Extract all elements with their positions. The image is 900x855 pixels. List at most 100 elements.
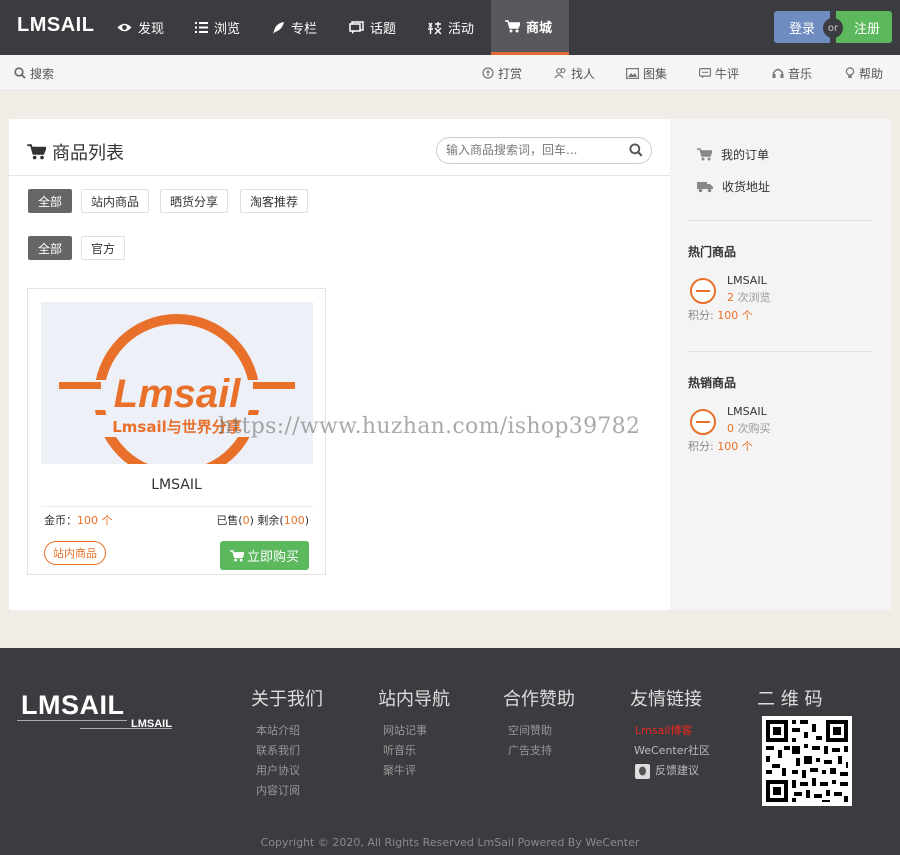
product-stock: 已售(0) 剩余(100) — [216, 512, 309, 528]
purchases-count: 0 — [727, 422, 734, 435]
site-logo[interactable]: LMSAIL — [17, 14, 94, 37]
feather-icon — [273, 21, 284, 34]
product-image[interactable]: Lmsail Lmsail与世界分享 — [41, 302, 313, 464]
register-button[interactable]: 注册 — [836, 11, 892, 43]
product-search-input[interactable] — [446, 143, 616, 157]
footer-link[interactable]: 听音乐 — [383, 741, 450, 761]
nav-browse[interactable]: 浏览 — [195, 0, 240, 55]
footer-col-title: 关于我们 — [251, 689, 323, 710]
footer-col-nav: 站内导航 网站记事 听音乐 聚牛评 — [378, 685, 450, 781]
cart-icon — [27, 144, 46, 160]
best-seller-item[interactable]: LMSAIL 0 次购买 积分: 100 个 — [688, 405, 878, 460]
footer-col-sponsor: 合作赞助 空间赞助 广告支持 — [503, 685, 575, 761]
sub-music[interactable]: 音乐 — [772, 55, 812, 91]
filter-type-taoke[interactable]: 淘客推荐 — [240, 189, 309, 213]
hot-product-name[interactable]: LMSAIL — [727, 274, 767, 287]
footer-link[interactable]: 联系我们 — [256, 741, 323, 761]
best-seller-name[interactable]: LMSAIL — [727, 405, 767, 418]
headphones-icon — [772, 68, 784, 78]
sidebar-address[interactable]: 收货地址 — [697, 178, 770, 195]
feedback-link[interactable]: 反馈建议 — [635, 761, 710, 781]
nav-discover[interactable]: 发现 — [117, 0, 164, 55]
views-suffix: 次浏览 — [734, 291, 771, 304]
close-paren: ) — [304, 514, 309, 527]
product-price: 金币：100 个 — [44, 512, 113, 528]
image-icon — [626, 67, 639, 79]
sidebar: 我的订单 收货地址 热门商品 LMSAIL 2 次浏览 积分: 100 个 热销… — [670, 119, 891, 610]
footer-link[interactable]: 内容订阅 — [256, 781, 323, 801]
nav-mall[interactable]: 商城 — [491, 0, 569, 55]
points-label: 积分: — [688, 440, 718, 453]
footer-link[interactable]: 聚牛评 — [383, 761, 450, 781]
users-icon — [554, 67, 566, 79]
footer-link[interactable]: 广告支持 — [508, 741, 575, 761]
footer-col-title: 二 维 码 — [757, 689, 823, 710]
watermark-text: https://www.huzhan.com/ishop39782 — [218, 414, 641, 439]
footer-link[interactable]: 用户协议 — [256, 761, 323, 781]
footer-col-about: 关于我们 本站介绍 联系我们 用户协议 内容订阅 — [251, 685, 323, 801]
page-title-text: 商品列表 — [52, 143, 124, 164]
filter-type-onsite[interactable]: 站内商品 — [81, 189, 150, 213]
footer-link[interactable]: 本站介绍 — [256, 721, 323, 741]
nav-label: 专栏 — [291, 22, 318, 37]
cart-icon — [505, 19, 520, 32]
search-icon — [14, 67, 26, 79]
bulb-icon — [845, 67, 855, 78]
footer-link[interactable]: WeCenter社区 — [634, 741, 710, 761]
qq-icon — [635, 763, 650, 779]
chat-icon — [349, 21, 364, 34]
product-thumbnail[interactable] — [690, 409, 716, 435]
sub-search[interactable]: 搜索 — [14, 55, 54, 91]
sub-label: 找人 — [571, 66, 596, 81]
divider — [9, 175, 670, 176]
sidebar-my-orders[interactable]: 我的订单 — [697, 146, 769, 163]
sub-gallery[interactable]: 图集 — [626, 55, 667, 91]
nav-label: 活动 — [448, 22, 475, 37]
sub-find-people[interactable]: 找人 — [554, 55, 595, 91]
buy-now-button[interactable]: 立即购买 — [220, 541, 309, 570]
filter-type-share[interactable]: 晒货分享 — [160, 189, 229, 213]
sub-reward[interactable]: 打赏 — [482, 55, 522, 91]
footer-link[interactable]: Lmsail博客 — [635, 721, 710, 741]
sub-help[interactable]: 帮助 — [845, 55, 883, 91]
search-icon[interactable] — [629, 143, 643, 157]
hot-product-views: 2 次浏览 — [727, 289, 771, 305]
filter-source-all[interactable]: 全部 — [28, 236, 73, 260]
site-footer: LMSAIL LMSAIL 关于我们 本站介绍 联系我们 用户协议 内容订阅 站… — [0, 648, 900, 855]
footer-col-title: 站内导航 — [378, 689, 450, 710]
divider — [688, 351, 873, 352]
sub-label: 帮助 — [859, 66, 884, 81]
hot-product-points: 积分: 100 个 — [688, 307, 753, 323]
nav-column[interactable]: 专栏 — [272, 0, 317, 55]
footer-logo[interactable]: LMSAIL — [21, 690, 125, 721]
hot-product-item[interactable]: LMSAIL 2 次浏览 积分: 100 个 — [688, 274, 878, 329]
sold-value: 0 — [242, 514, 250, 527]
best-seller-points: 积分: 100 个 — [688, 438, 753, 454]
product-category-badge[interactable]: 站内商品 — [44, 541, 106, 565]
hot-products-title: 热门商品 — [688, 245, 737, 259]
or-separator: or — [823, 18, 843, 38]
filter-type-all[interactable]: 全部 — [28, 189, 73, 213]
footer-link[interactable]: 网站记事 — [383, 721, 450, 741]
nav-activity[interactable]: 活动 — [427, 0, 474, 55]
cart-icon — [697, 148, 712, 161]
product-search[interactable] — [436, 137, 652, 164]
coin-icon — [482, 67, 494, 79]
sub-review[interactable]: 牛评 — [699, 55, 739, 91]
product-list-panel: 商品列表 全部 站内商品 晒货分享 淘客推荐 全部 官方 Lmsail Lmsa… — [9, 119, 670, 610]
footer-logo-sub: LMSAIL — [131, 718, 172, 730]
filter-source-official[interactable]: 官方 — [81, 236, 126, 260]
buy-now-label: 立即购买 — [246, 550, 299, 565]
truck-icon — [697, 181, 713, 192]
product-thumbnail[interactable] — [690, 278, 716, 304]
footer-link[interactable]: 空间赞助 — [508, 721, 575, 741]
sidebar-link-label: 我的订单 — [721, 148, 770, 162]
login-button[interactable]: 登录 — [774, 11, 830, 43]
eye-icon — [117, 23, 132, 32]
feedback-label: 反馈建议 — [655, 764, 699, 777]
sub-label: 音乐 — [788, 66, 813, 81]
product-name[interactable]: LMSAIL — [28, 477, 325, 493]
nav-label: 商城 — [526, 20, 553, 36]
cart-icon — [230, 549, 244, 562]
nav-topic[interactable]: 话题 — [349, 0, 396, 55]
